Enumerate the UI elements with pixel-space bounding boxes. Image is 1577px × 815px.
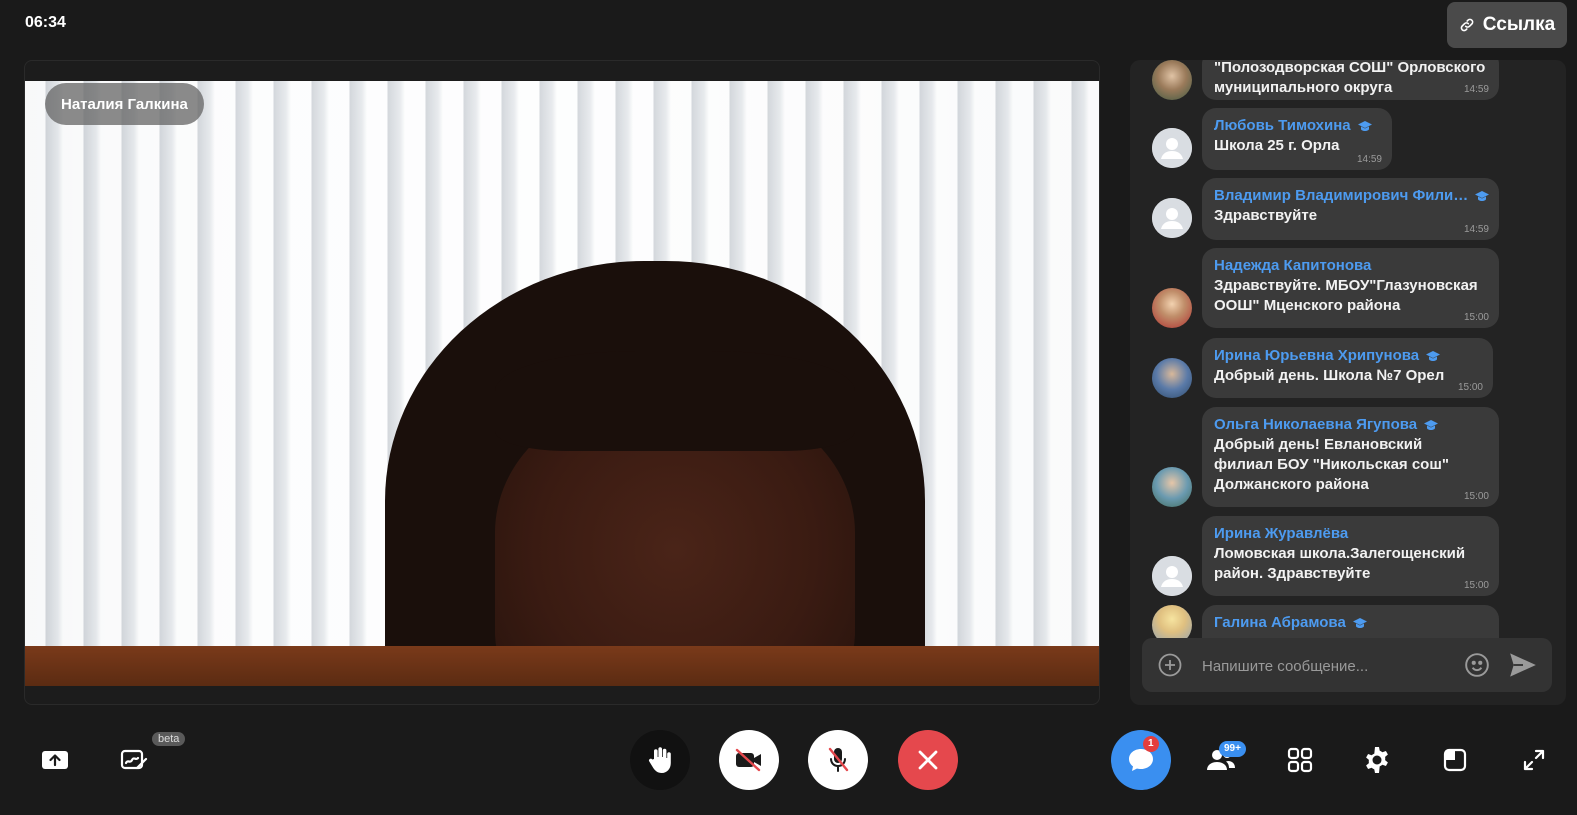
raise-hand-icon [648,747,671,773]
camera-toggle-button[interactable] [719,730,779,790]
message-time: 14:59 [1356,154,1382,165]
link-icon [1460,18,1474,32]
camera-off-icon [735,748,761,772]
verified-teacher-icon [1426,351,1441,361]
send-icon[interactable] [1509,652,1537,678]
message-sender[interactable]: Надежда Капитонова [1214,256,1487,276]
message-text: Здравствуйте. МБОУ"Глазуновская ООШ" Мце… [1214,277,1478,314]
layout-icon [1443,748,1467,772]
sender-name: Владимир Владимирович Фили… [1214,187,1469,204]
default-avatar-icon [1152,198,1192,238]
end-call-icon [918,750,938,770]
video-tile[interactable]: Наталия Галкина [24,60,1100,705]
sender-name: Ирина Юрьевна Хрипунова [1214,347,1420,364]
message-time: 15:00 [1463,491,1489,502]
default-avatar-icon [1152,556,1192,596]
message-sender[interactable]: Ирина Журавлёва [1214,524,1487,544]
sender-name: Ольга Николаевна Ягупова [1214,416,1418,433]
message-time: 14:59 [1463,224,1489,235]
call-toolbar: beta 1 99+ [0,720,1577,815]
avatar[interactable] [1152,358,1192,398]
avatar[interactable] [1152,60,1192,100]
message-text: Здравствуйте [1214,207,1318,224]
verified-teacher-icon [1424,420,1439,430]
avatar[interactable] [1152,288,1192,328]
chat-panel: "Полозодворская СОШ" Орловского муниципа… [1130,60,1566,705]
add-attachment-icon[interactable] [1158,653,1182,677]
avatar[interactable] [1152,556,1192,596]
message-bubble: Ирина Юрьевна Хрипунова Добрый день. Шко… [1202,338,1493,398]
message-sender[interactable]: Ирина Юрьевна Хрипунова [1214,346,1481,366]
message-text: Добрый день. Школа №7 Орел [1214,367,1445,384]
message-text: "Полозодворская СОШ" Орловского муниципа… [1214,60,1486,96]
settings-button[interactable] [1357,740,1397,780]
video-stream [25,81,1099,686]
verified-teacher-icon [1352,618,1367,628]
raise-hand-button[interactable] [630,730,690,790]
whiteboard-icon [120,749,148,770]
whiteboard-button[interactable] [114,740,154,780]
message-bubble: Ольга Николаевна Ягупова Добрый день! Ев… [1202,407,1499,507]
message-bubble: Любовь Тимохина Школа 25 г. Орла 14:59 [1202,108,1392,170]
sender-name: Любовь Тимохина [1214,117,1351,134]
sender-name: Надежда Капитонова [1214,257,1372,274]
message-text: Добрый день! Евлановский филиал БОУ "Ник… [1214,436,1449,493]
chat-unread-badge: 1 [1143,736,1159,752]
message-composer [1142,638,1552,694]
end-call-button[interactable] [898,730,958,790]
message-time: 14:59 [1463,84,1489,95]
message-sender[interactable]: Галина Абрамова [1214,613,1487,633]
fullscreen-button[interactable] [1514,740,1554,780]
copy-link-button[interactable]: Ссылка [1447,2,1567,48]
video-floor [25,646,1099,686]
settings-icon [1366,747,1388,773]
emoji-icon[interactable] [1464,652,1490,678]
share-screen-icon [42,751,68,769]
layout-toggle-button[interactable] [1435,740,1475,780]
copy-link-label: Ссылка [1482,14,1556,35]
message-text: Ломовская школа.Залегощенский район. Здр… [1214,545,1466,582]
message-bubble: "Полозодворская СОШ" Орловского муниципа… [1202,60,1499,100]
beta-badge: beta [152,732,186,746]
message-input[interactable] [1200,638,1454,694]
grid-layout-icon [1287,747,1313,773]
grid-layout-button[interactable] [1280,740,1320,780]
avatar[interactable] [1152,198,1192,238]
avatar[interactable] [1152,605,1192,638]
mic-toggle-button[interactable] [808,730,868,790]
fullscreen-icon [1523,749,1545,771]
share-screen-button[interactable] [35,740,75,780]
avatar[interactable] [1152,467,1192,507]
verified-teacher-icon [1357,121,1372,131]
message-sender[interactable]: Владимир Владимирович Фили… [1214,186,1490,206]
clock: 06:34 [25,14,66,31]
participant-name-tag: Наталия Галкина [45,83,204,125]
message-bubble: Галина Абрамова [1202,605,1499,638]
participants-count-badge: 99+ [1219,741,1246,757]
chat-toggle-button[interactable]: 1 [1111,730,1171,790]
message-bubble: Владимир Владимирович Фили… Здравствуйте… [1202,178,1499,240]
verified-teacher-icon [1475,191,1490,201]
chat-messages[interactable]: "Полозодворская СОШ" Орловского муниципа… [1130,60,1566,638]
message-time: 15:00 [1457,382,1483,393]
message-bubble: Надежда Капитонова Здравствуйте. МБОУ"Гл… [1202,248,1499,328]
message-time: 15:00 [1463,312,1489,323]
message-bubble: Ирина Журавлёва Ломовская школа.Залегоще… [1202,516,1499,596]
sender-name: Галина Абрамова [1214,614,1346,631]
participant-hair [495,351,855,451]
sender-name: Ирина Журавлёва [1214,525,1349,542]
message-sender[interactable]: Ольга Николаевна Ягупова [1214,415,1487,435]
mic-off-icon [828,747,849,772]
message-sender[interactable]: Любовь Тимохина [1214,116,1380,136]
default-avatar-icon [1152,128,1192,168]
avatar[interactable] [1152,128,1192,168]
message-text: Школа 25 г. Орла [1214,137,1340,154]
message-time: 15:00 [1463,580,1489,591]
